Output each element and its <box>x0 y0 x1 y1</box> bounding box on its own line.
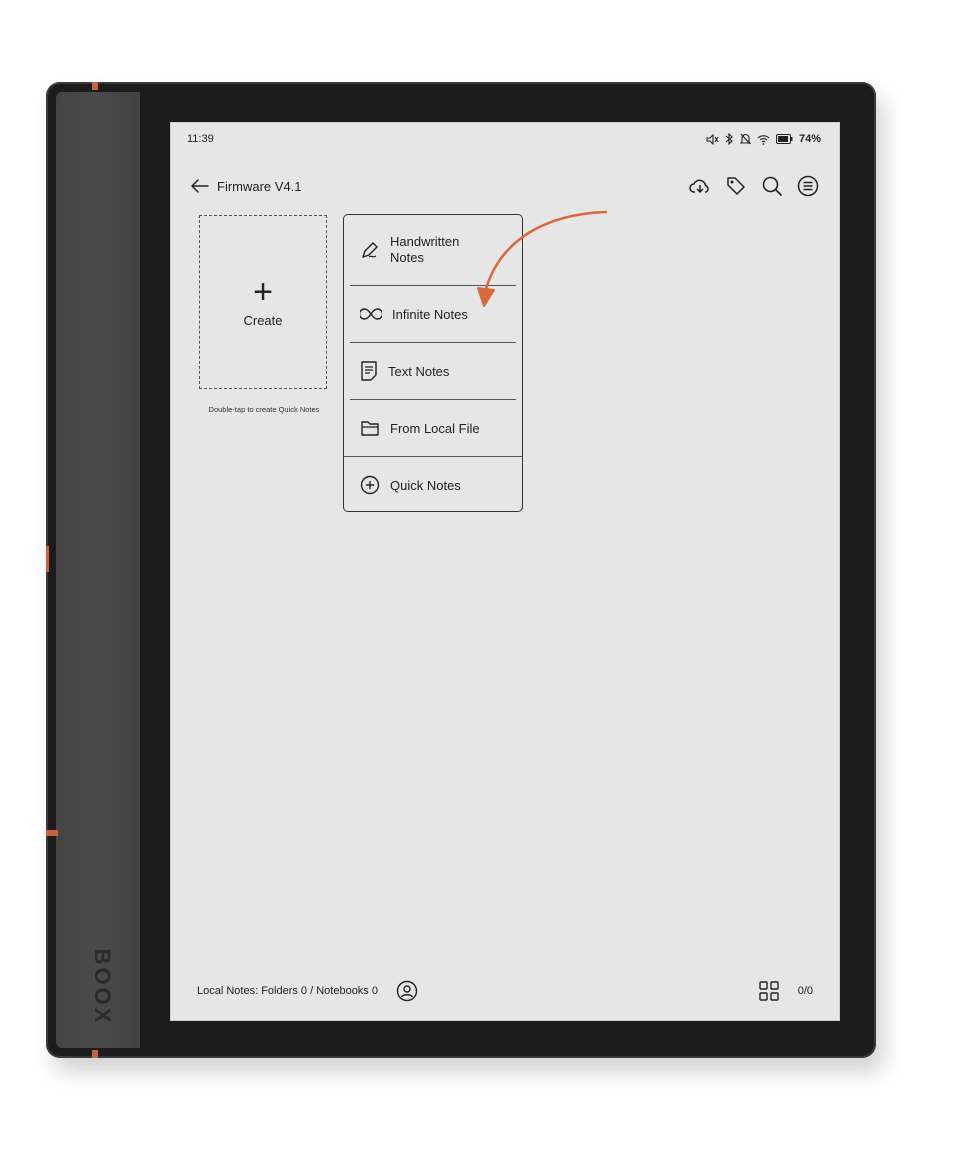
top-accent-mark <box>92 82 98 90</box>
menu-item-quick-notes[interactable]: Quick Notes <box>344 457 522 511</box>
status-time: 11:39 <box>187 133 214 145</box>
infinity-icon <box>360 308 382 320</box>
status-bar: 11:39 74% <box>187 129 821 149</box>
tag-icon[interactable] <box>725 175 747 197</box>
menu-item-label: Infinite Notes <box>392 306 468 322</box>
cloud-sync-icon[interactable] <box>689 177 711 195</box>
bluetooth-icon <box>725 133 733 145</box>
brand-logo: BOOX <box>90 948 115 1026</box>
pen-icon <box>362 242 378 258</box>
account-icon[interactable] <box>396 980 418 1002</box>
bottom-accent-mark <box>92 1050 98 1058</box>
notifications-off-icon <box>739 133 751 145</box>
search-icon[interactable] <box>761 175 783 197</box>
menu-icon[interactable] <box>797 175 819 197</box>
create-label: Create <box>243 312 283 328</box>
create-tile[interactable]: + Create <box>199 215 327 389</box>
plus-circle-icon <box>360 475 380 495</box>
menu-item-label: Handwritten Notes <box>390 234 460 265</box>
menu-item-label: From Local File <box>390 420 480 436</box>
spine-accent-mark <box>46 830 58 836</box>
quick-notes-hint: Double-tap to create Quick Notes <box>208 405 320 414</box>
page-counter: 0/0 <box>797 985 813 997</box>
battery-icon <box>775 134 793 144</box>
menu-item-text-notes[interactable]: Text Notes <box>344 343 522 399</box>
wifi-icon <box>757 134 770 145</box>
status-icons: 74% <box>706 133 821 145</box>
back-button[interactable]: Firmware V4.1 <box>191 179 302 194</box>
mute-icon <box>706 133 719 145</box>
battery-percent: 74% <box>798 133 821 145</box>
device-spine <box>56 92 140 1048</box>
toolbar-actions <box>689 175 819 197</box>
plus-icon: + <box>253 272 273 311</box>
menu-item-handwritten-notes[interactable]: Handwritten Notes <box>344 215 522 285</box>
ereader-device: BOOX 11:39 74% Firmware V4.1 + Create Do… <box>46 82 876 1058</box>
menu-item-label: Text Notes <box>388 363 450 379</box>
back-arrow-icon <box>191 179 209 193</box>
eink-screen: 11:39 74% Firmware V4.1 + Create Double-… <box>170 122 840 1021</box>
toolbar: Firmware V4.1 <box>191 171 819 201</box>
menu-item-infinite-notes[interactable]: Infinite Notes <box>344 286 522 342</box>
menu-item-from-local-file[interactable]: From Local File <box>344 400 522 456</box>
grid-view-icon[interactable] <box>758 980 780 1002</box>
side-button <box>46 546 49 572</box>
create-menu: Handwritten Notes Infinite Notes Text No… <box>343 214 523 512</box>
local-notes-summary: Local Notes: Folders 0 / Notebooks 0 <box>197 985 378 997</box>
menu-item-label: Quick Notes <box>390 477 461 493</box>
footer-bar: Local Notes: Folders 0 / Notebooks 0 0/0 <box>197 978 813 1004</box>
footer-right: 0/0 <box>758 980 813 1002</box>
folder-icon <box>361 421 379 436</box>
footer-left: Local Notes: Folders 0 / Notebooks 0 <box>197 980 418 1002</box>
document-icon <box>361 361 377 381</box>
page-title: Firmware V4.1 <box>217 178 302 194</box>
